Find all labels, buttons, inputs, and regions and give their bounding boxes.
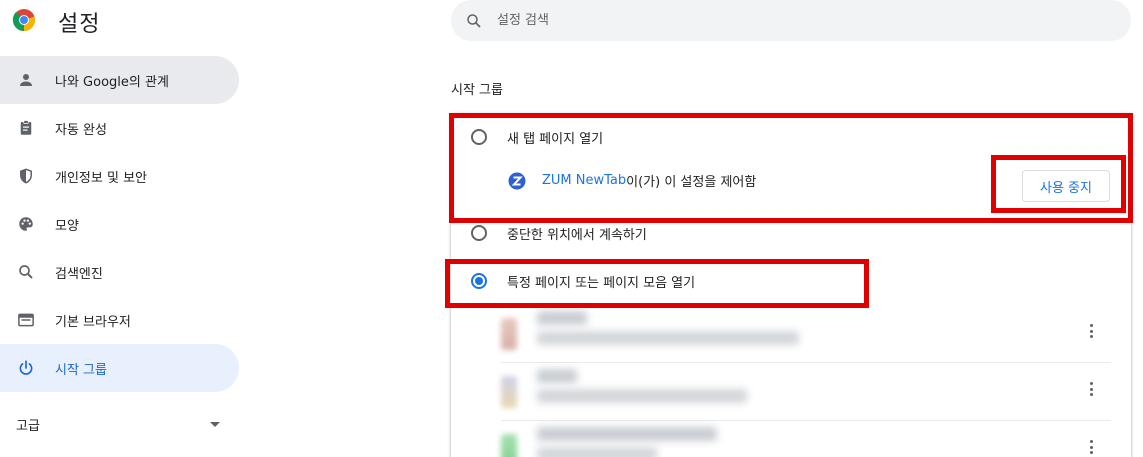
- shield-icon: [16, 166, 36, 186]
- startup-card: 새 탭 페이지 열기 ZUM NewTab 이(가) 이 설정을 제어함 사용 …: [451, 113, 1131, 457]
- radio-label: 특정 페이지 또는 페이지 모음 열기: [507, 275, 696, 291]
- sidebar-item-label: 모양: [55, 218, 79, 234]
- favicon-blurred: [501, 434, 517, 457]
- blurred-title: [537, 369, 577, 383]
- blurred-url: [537, 389, 747, 403]
- sidebar-advanced-label: 고급: [16, 418, 40, 434]
- sidebar-item-label: 자동 완성: [55, 122, 107, 138]
- sidebar-item-search-engine[interactable]: 검색엔진: [0, 248, 239, 296]
- sidebar-item-label: 나와 Google의 관계: [55, 74, 169, 90]
- search-input[interactable]: [497, 13, 1057, 28]
- extension-control-notice: ZUM NewTab 이(가) 이 설정을 제어함: [508, 171, 756, 190]
- favicon-blurred: [501, 376, 517, 408]
- sidebar: 나와 Google의 관계 자동 완성 개인정보 및 보안 모양 검색엔진 기본…: [0, 56, 240, 392]
- palette-icon: [16, 214, 36, 234]
- sidebar-item-appearance[interactable]: 모양: [0, 200, 239, 248]
- person-icon: [16, 70, 36, 90]
- search-icon: [467, 13, 481, 28]
- favicon-blurred: [501, 318, 517, 350]
- radio-button[interactable]: [471, 129, 487, 145]
- radio-label: 중단한 위치에서 계속하기: [507, 227, 647, 243]
- chrome-logo-icon: [12, 9, 36, 32]
- zum-extension-icon: [508, 172, 526, 189]
- sidebar-item-default-browser[interactable]: 기본 브라우저: [0, 296, 239, 344]
- blurred-url: [537, 331, 799, 345]
- blurred-url: [537, 447, 657, 457]
- sidebar-item-you-and-google[interactable]: 나와 Google의 관계: [0, 56, 239, 104]
- extension-notice-text: 이(가) 이 설정을 제어함: [626, 175, 757, 190]
- blurred-title: [537, 311, 587, 325]
- radio-button-checked[interactable]: [471, 273, 487, 289]
- startup-page-row: [501, 421, 1111, 457]
- more-vert-icon[interactable]: [1083, 321, 1099, 341]
- startup-page-row: [501, 305, 1111, 363]
- caret-down-icon: [210, 422, 220, 427]
- power-icon: [16, 358, 36, 378]
- clipboard-icon: [16, 118, 36, 138]
- radio-option-new-tab[interactable]: 새 탭 페이지 열기: [451, 117, 1131, 157]
- browser-window-icon: [16, 310, 36, 330]
- blurred-title: [537, 427, 717, 441]
- search-icon: [16, 262, 36, 282]
- more-vert-icon[interactable]: [1083, 437, 1099, 457]
- sidebar-item-on-startup[interactable]: 시작 그룹: [0, 344, 239, 392]
- sidebar-item-label: 검색엔진: [55, 266, 103, 282]
- radio-label: 새 탭 페이지 열기: [507, 131, 604, 147]
- disable-extension-button[interactable]: 사용 중지: [1022, 170, 1110, 202]
- section-title: 시작 그룹: [451, 83, 503, 98]
- sidebar-item-privacy-security[interactable]: 개인정보 및 보안: [0, 152, 239, 200]
- radio-button[interactable]: [471, 225, 487, 241]
- startup-page-row: [501, 363, 1111, 421]
- sidebar-item-label: 개인정보 및 보안: [55, 170, 147, 186]
- search-bar[interactable]: [451, 0, 1131, 41]
- sidebar-item-label: 기본 브라우저: [55, 314, 131, 330]
- sidebar-advanced-toggle[interactable]: 고급: [0, 400, 230, 448]
- radio-option-specific-pages[interactable]: 특정 페이지 또는 페이지 모음 열기: [451, 261, 1131, 301]
- radio-option-continue[interactable]: 중단한 위치에서 계속하기: [451, 213, 1131, 253]
- sidebar-item-label: 시작 그룹: [55, 362, 107, 378]
- extension-name-link[interactable]: ZUM NewTab: [542, 173, 626, 188]
- more-vert-icon[interactable]: [1083, 379, 1099, 399]
- page-title: 설정: [58, 12, 101, 37]
- sidebar-item-autofill[interactable]: 자동 완성: [0, 104, 239, 152]
